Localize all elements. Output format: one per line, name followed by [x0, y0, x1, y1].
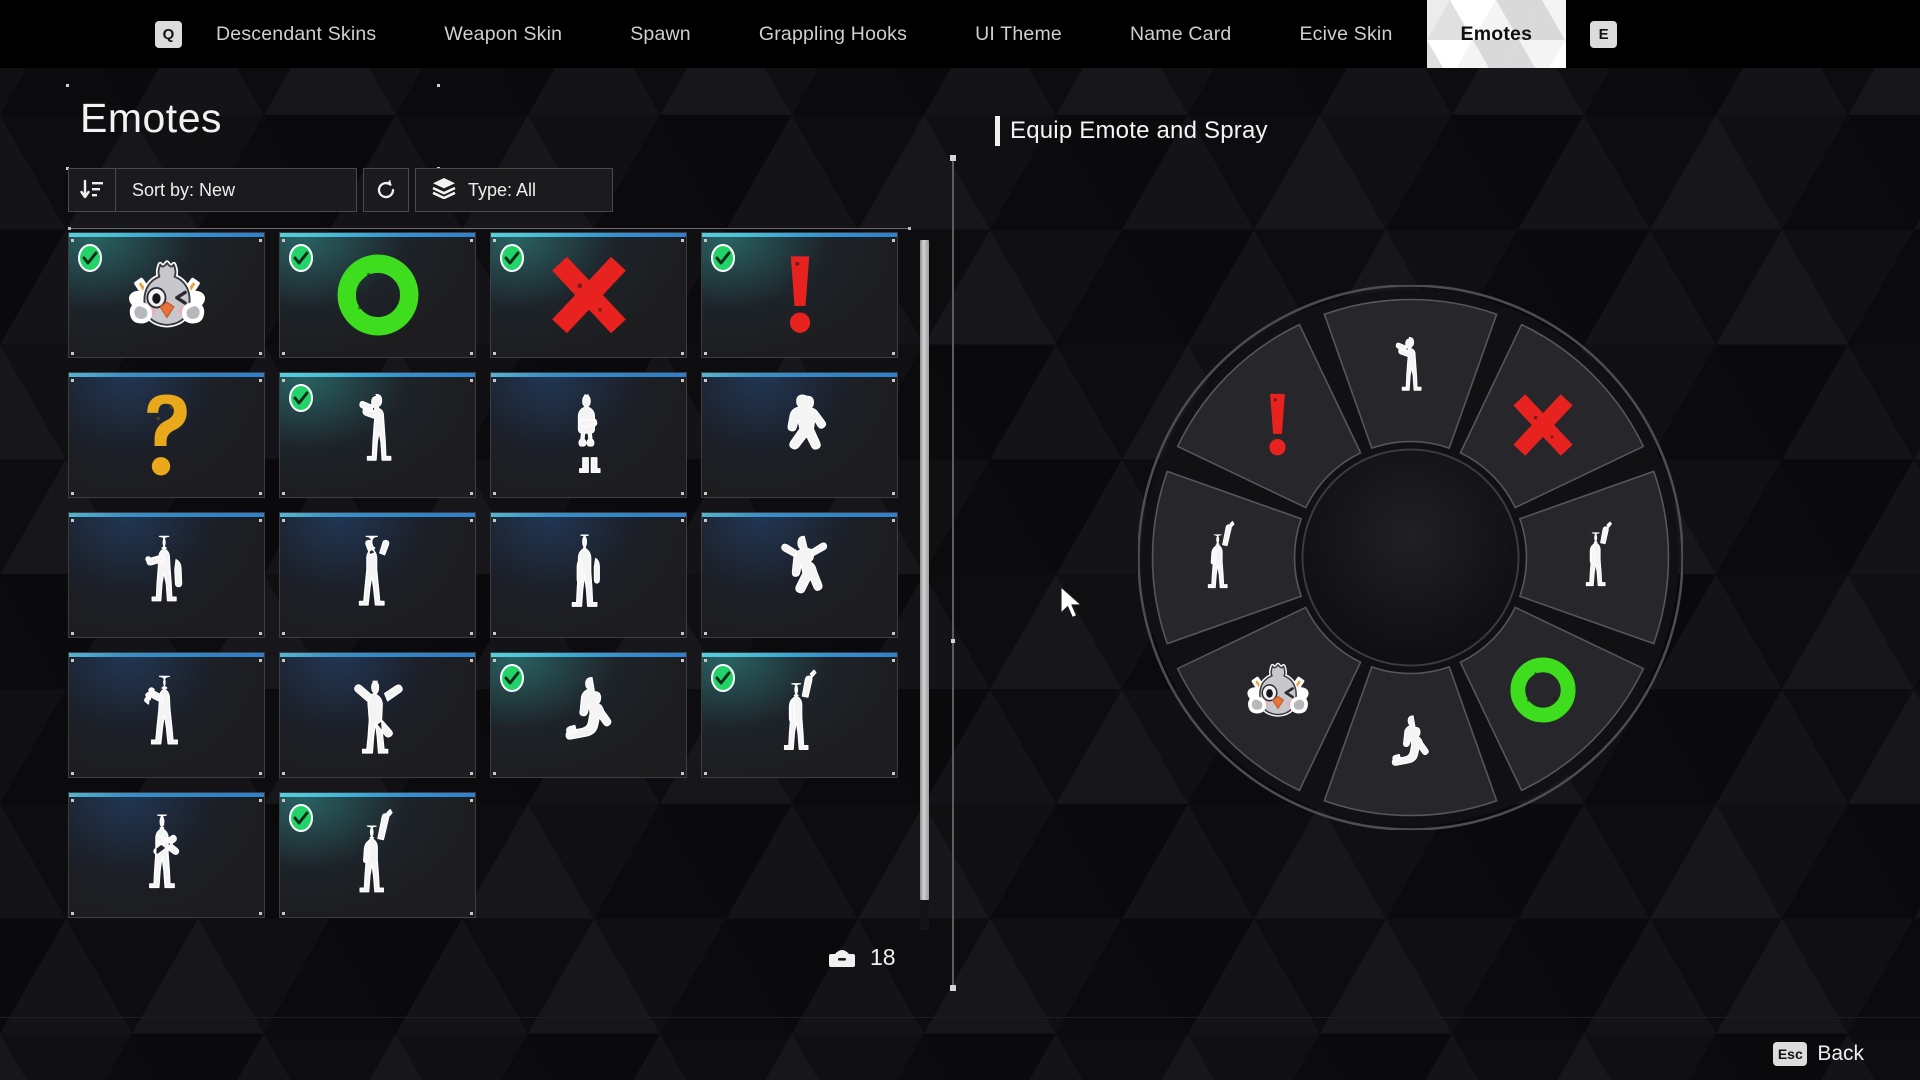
- emote-card[interactable]: [68, 232, 265, 358]
- spray-can-icon: [828, 942, 856, 973]
- equipped-check-icon: [710, 663, 736, 693]
- page-title: Emotes: [80, 95, 222, 141]
- emote-card[interactable]: [68, 372, 265, 498]
- footer-divider: [0, 1017, 1920, 1018]
- type-filter-label: Type: All: [468, 179, 537, 200]
- emote-card[interactable]: [490, 512, 687, 638]
- yellow-question-spray-art: [69, 373, 264, 497]
- nav-next-key-e[interactable]: E: [1590, 20, 1618, 48]
- sort-label[interactable]: Sort by: New: [116, 169, 356, 211]
- equipped-check-icon: [288, 243, 314, 273]
- sort-control[interactable]: Sort by: New: [68, 168, 357, 212]
- nav-tab-label: Name Card: [1129, 22, 1232, 45]
- flex-dance-emote-art: [702, 513, 897, 637]
- nav-tab-list: Descendant Skins Weapon Skin Spawn Grapplin…: [182, 0, 1567, 68]
- nav-tab-grappling-hooks[interactable]: Grappling Hooks: [725, 0, 941, 68]
- nav-tab-weapon-skin[interactable]: Weapon Skin: [410, 0, 596, 68]
- nav-tab-ecive-skin[interactable]: Ecive Skin: [1265, 0, 1426, 68]
- nav-prev-key-q[interactable]: Q: [155, 20, 182, 48]
- arms-crossed-emote-art: [69, 793, 264, 917]
- type-filter-control[interactable]: Type: All: [415, 168, 613, 212]
- equipped-check-icon: [288, 383, 314, 413]
- nav-tab-emotes[interactable]: Emotes: [1426, 0, 1567, 68]
- emote-card[interactable]: [490, 372, 687, 498]
- panel-divider: [950, 155, 956, 991]
- layers-icon: [432, 177, 456, 204]
- spray-count: 18: [870, 944, 896, 970]
- wave-emote-art: [69, 653, 264, 777]
- equipped-check-icon: [77, 243, 103, 273]
- point-forward-emote-art: [69, 513, 264, 637]
- top-navigation-bar: Q Descendant Skins Weapon Skin Spawn Grappl…: [0, 0, 1920, 68]
- equip-panel-heading: Equip Emote and Spray: [995, 116, 1268, 146]
- equipped-check-icon: [288, 803, 314, 833]
- nav-tab-ui-theme[interactable]: UI Theme: [941, 0, 1096, 68]
- equipped-check-icon: [499, 663, 525, 693]
- emote-card[interactable]: [68, 792, 265, 918]
- back-label[interactable]: Back: [1817, 1042, 1864, 1066]
- sort-descending-icon[interactable]: [69, 169, 116, 211]
- spray-counter: 18: [828, 942, 896, 973]
- filter-bar: Sort by: New Type: All: [68, 168, 613, 212]
- emote-card[interactable]: [68, 652, 265, 778]
- nav-tab-name-card[interactable]: Name Card: [1096, 0, 1266, 68]
- equip-panel-heading-text: Equip Emote and Spray: [1010, 117, 1268, 144]
- refresh-icon: [377, 179, 395, 199]
- nav-tab-spawn[interactable]: Spawn: [596, 0, 725, 68]
- emote-card[interactable]: [701, 232, 898, 358]
- emote-grid: [68, 232, 913, 918]
- nav-tab-label: Ecive Skin: [1299, 22, 1393, 45]
- emote-card[interactable]: [279, 372, 476, 498]
- nav-tab-label: Descendant Skins: [216, 22, 377, 45]
- heading-accent-bar: [995, 116, 1000, 146]
- emote-grid-container: [68, 227, 913, 938]
- nav-tab-label: Emotes: [1460, 22, 1533, 45]
- kick-dance-emote-art: [280, 653, 475, 777]
- emote-wheel[interactable]: [1138, 285, 1683, 830]
- emote-card[interactable]: [68, 512, 265, 638]
- nav-tab-label: Grappling Hooks: [758, 22, 908, 45]
- refresh-button[interactable]: [363, 168, 409, 212]
- emote-card[interactable]: [701, 652, 898, 778]
- tpose-emote-art: [491, 513, 686, 637]
- stand-idle-emote-art: [491, 373, 686, 497]
- scrollbar-thumb[interactable]: [920, 240, 929, 900]
- back-key-esc[interactable]: Esc: [1773, 1042, 1808, 1066]
- nav-tab-label: Weapon Skin: [444, 22, 563, 45]
- emote-card[interactable]: [279, 652, 476, 778]
- emote-card[interactable]: [701, 512, 898, 638]
- emotes-screen: Q Descendant Skins Weapon Skin Spawn Grappl…: [0, 0, 1920, 1080]
- emote-grid-scrollbar[interactable]: [920, 240, 929, 930]
- equipped-check-icon: [499, 243, 525, 273]
- equipped-check-icon: [710, 243, 736, 273]
- footer-actions: Esc Back: [1773, 1042, 1864, 1066]
- nav-tab-label: UI Theme: [975, 22, 1062, 45]
- grid-top-rule: [68, 227, 911, 230]
- hands-up-emote-art: [280, 513, 475, 637]
- emote-card[interactable]: [490, 232, 687, 358]
- emote-card[interactable]: [279, 512, 476, 638]
- nav-tab-descendant-skins[interactable]: Descendant Skins: [182, 0, 410, 68]
- emote-card[interactable]: [279, 792, 476, 918]
- emote-card[interactable]: [701, 372, 898, 498]
- mouse-cursor: [1059, 586, 1085, 625]
- crouch-dance-emote-art: [702, 373, 897, 497]
- emote-card[interactable]: [279, 232, 476, 358]
- emote-card[interactable]: [490, 652, 687, 778]
- nav-tab-label: Spawn: [630, 22, 691, 45]
